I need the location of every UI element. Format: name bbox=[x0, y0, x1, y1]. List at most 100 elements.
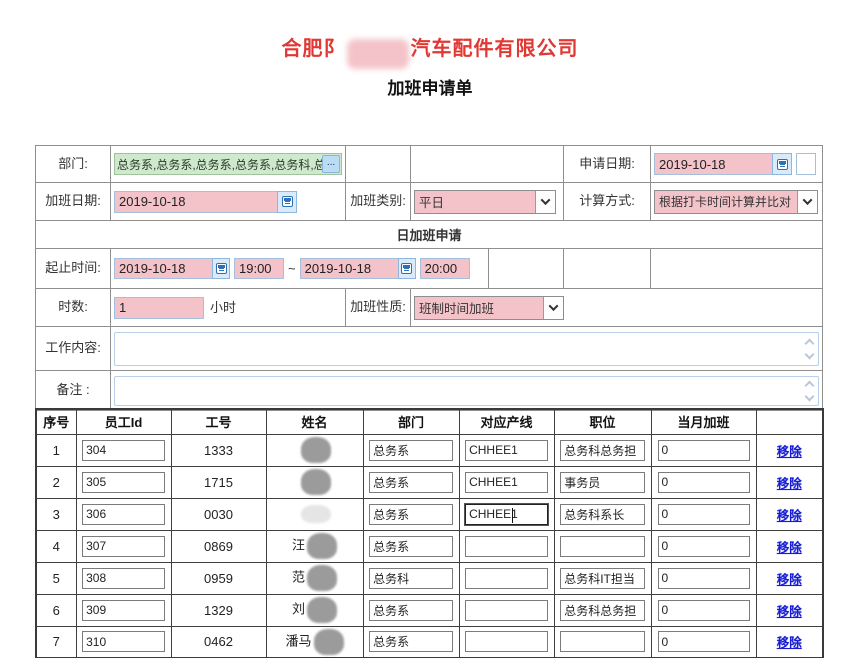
position-input[interactable] bbox=[560, 472, 645, 493]
name-partial: 刘 bbox=[292, 601, 305, 616]
line-input[interactable] bbox=[465, 504, 548, 525]
line-input[interactable] bbox=[465, 472, 548, 493]
month-ot-input[interactable] bbox=[658, 600, 750, 621]
line-input[interactable] bbox=[465, 440, 548, 461]
row-index: 2 bbox=[36, 466, 76, 498]
apply-date-input[interactable] bbox=[654, 153, 772, 175]
row-index: 1 bbox=[36, 434, 76, 466]
name-cell bbox=[266, 498, 363, 530]
remove-link[interactable]: 移除 bbox=[777, 636, 802, 650]
name-cell: 汪 bbox=[266, 530, 363, 562]
redacted-name bbox=[307, 533, 337, 559]
month-ot-input[interactable] bbox=[658, 504, 750, 525]
calc-select[interactable]: 根据打卡时间计算并比对 bbox=[654, 190, 818, 214]
apply-date-calendar-icon[interactable] bbox=[772, 153, 792, 175]
range-start-date-input[interactable] bbox=[114, 258, 212, 279]
redacted-company-name bbox=[347, 39, 409, 69]
dept-input[interactable] bbox=[369, 631, 453, 652]
ot-type-select[interactable]: 平日 bbox=[414, 190, 556, 214]
name-partial: 范 bbox=[292, 569, 305, 584]
dept-input[interactable] bbox=[369, 600, 453, 621]
remove-link[interactable]: 移除 bbox=[777, 477, 802, 491]
position-input[interactable] bbox=[560, 600, 645, 621]
employee-id-input[interactable] bbox=[82, 568, 165, 589]
position-input[interactable] bbox=[560, 568, 645, 589]
text-cursor bbox=[512, 508, 513, 523]
more-button[interactable]: ... bbox=[322, 155, 340, 173]
line-input[interactable] bbox=[465, 631, 548, 652]
month-ot-input[interactable] bbox=[658, 568, 750, 589]
col-header-action bbox=[756, 409, 823, 434]
month-ot-input[interactable] bbox=[658, 631, 750, 652]
name-cell bbox=[266, 434, 363, 466]
range-end-time-input[interactable] bbox=[420, 258, 470, 279]
nature-select[interactable]: 班制时间加班 bbox=[414, 296, 564, 320]
hours-label: 时数: bbox=[36, 289, 111, 327]
month-ot-input[interactable] bbox=[658, 440, 750, 461]
apply-date-label: 申请日期: bbox=[564, 146, 651, 183]
dept-input[interactable] bbox=[369, 568, 453, 589]
employee-id-input[interactable] bbox=[82, 536, 165, 557]
range-start-time-input[interactable] bbox=[234, 258, 284, 279]
position-input[interactable] bbox=[560, 631, 645, 652]
position-input[interactable] bbox=[560, 536, 645, 557]
company-title: 合肥阝汽车配件有限公司 bbox=[0, 32, 860, 65]
remove-link[interactable]: 移除 bbox=[777, 573, 802, 587]
table-row: 2 1715 移除 bbox=[36, 466, 823, 498]
remove-link[interactable]: 移除 bbox=[777, 445, 802, 459]
remove-link[interactable]: 移除 bbox=[777, 605, 802, 619]
chevron-down-icon bbox=[543, 297, 563, 319]
remove-link[interactable]: 移除 bbox=[777, 541, 802, 555]
dept-input[interactable] bbox=[369, 472, 453, 493]
empty-cell bbox=[411, 146, 564, 183]
employee-id-input[interactable] bbox=[82, 631, 165, 652]
department-field[interactable]: 总务系,总务系,总务系,总务系,总务科,总 ... bbox=[114, 153, 342, 175]
range-start-calendar-icon[interactable] bbox=[212, 258, 230, 279]
remark-label: 备注 : bbox=[36, 371, 111, 411]
employee-tbody: 1 1333 移除 2 1715 移除 3 bbox=[36, 434, 823, 658]
overtime-form-table: 部门: 总务系,总务系,总务系,总务系,总务科,总 ... 申请日期: bbox=[35, 145, 823, 411]
month-ot-input[interactable] bbox=[658, 536, 750, 557]
ot-date-calendar-icon[interactable] bbox=[277, 191, 297, 213]
line-input[interactable] bbox=[465, 600, 548, 621]
col-header-position: 职位 bbox=[554, 409, 651, 434]
work-no: 1715 bbox=[171, 466, 266, 498]
col-header-line: 对应产线 bbox=[459, 409, 554, 434]
month-ot-input[interactable] bbox=[658, 472, 750, 493]
employee-id-input[interactable] bbox=[82, 472, 165, 493]
line-input[interactable] bbox=[465, 536, 548, 557]
table-row: 7 0462 潘马 移除 bbox=[36, 626, 823, 658]
apply-date-extra-input[interactable] bbox=[796, 153, 816, 175]
work-content-textarea[interactable] bbox=[114, 332, 819, 366]
scroll-arrows-icon bbox=[806, 340, 813, 358]
col-header-dept: 部门 bbox=[363, 409, 459, 434]
chevron-down-icon bbox=[535, 191, 555, 213]
position-input[interactable] bbox=[560, 504, 645, 525]
employee-id-input[interactable] bbox=[82, 440, 165, 461]
line-input[interactable] bbox=[465, 568, 548, 589]
position-input[interactable] bbox=[560, 440, 645, 461]
employee-id-input[interactable] bbox=[82, 600, 165, 621]
ot-date-input[interactable] bbox=[114, 191, 277, 213]
table-row: 6 1329 刘 移除 bbox=[36, 594, 823, 626]
work-no: 0869 bbox=[171, 530, 266, 562]
col-header-work-no: 工号 bbox=[171, 409, 266, 434]
work-no: 0030 bbox=[171, 498, 266, 530]
name-cell: 范 bbox=[266, 562, 363, 594]
dept-input[interactable] bbox=[369, 440, 453, 461]
name-partial: 潘马 bbox=[285, 633, 311, 648]
dept-input[interactable] bbox=[369, 536, 453, 557]
remove-link[interactable]: 移除 bbox=[777, 509, 802, 523]
calc-label: 计算方式: bbox=[564, 183, 651, 221]
hours-input[interactable] bbox=[114, 297, 204, 319]
overtime-application-page: 合肥阝汽车配件有限公司 加班申请单 部门: 总务系,总务系,总务系,总务系,总务… bbox=[0, 0, 860, 658]
employee-id-input[interactable] bbox=[82, 504, 165, 525]
page-title: 加班申请单 bbox=[0, 74, 860, 99]
work-no: 0959 bbox=[171, 562, 266, 594]
dept-input[interactable] bbox=[369, 504, 453, 525]
range-end-calendar-icon[interactable] bbox=[398, 258, 416, 279]
range-end-date-input[interactable] bbox=[300, 258, 398, 279]
company-name-suffix: 汽车配件有限公司 bbox=[411, 38, 579, 60]
redacted-name bbox=[307, 597, 337, 623]
remark-textarea[interactable] bbox=[114, 376, 819, 406]
